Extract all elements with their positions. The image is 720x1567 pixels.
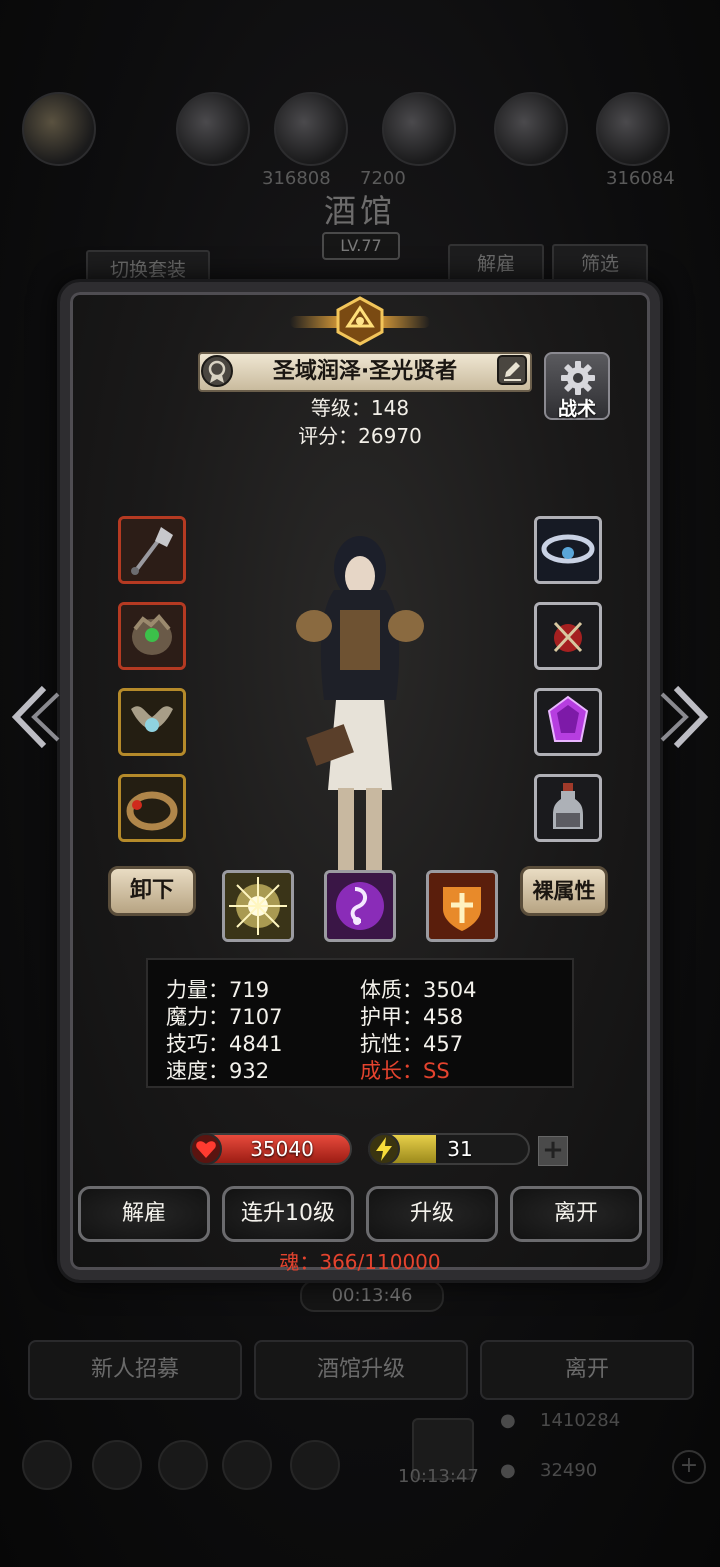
unequip-button[interactable]: 卸下 — [108, 866, 196, 916]
potion-slot[interactable] — [534, 774, 602, 842]
amulet-slot[interactable] — [118, 688, 186, 756]
skill-slot-2[interactable] — [324, 870, 396, 942]
stat-constitution: 体质：3504 — [360, 978, 477, 1002]
resource-orb-icon — [596, 92, 670, 166]
skill-slot-1[interactable] — [222, 870, 294, 942]
screen-title: 酒馆 — [323, 192, 396, 230]
resource-orb-icon — [494, 92, 568, 166]
resource-orb-icon — [274, 92, 348, 166]
add-icon[interactable]: + — [672, 1450, 706, 1484]
amulet-icon — [121, 691, 183, 753]
menu-icon[interactable] — [158, 1440, 208, 1490]
bg-dismiss-button[interactable]: 解雇 — [448, 244, 544, 284]
menu-icon[interactable] — [92, 1440, 142, 1490]
add-energy-icon[interactable]: + — [538, 1136, 568, 1166]
stat-armor: 护甲：458 — [360, 1005, 464, 1029]
upgrade-button[interactable]: 升级 — [366, 1186, 498, 1242]
base-attributes-button[interactable]: 裸属性 — [520, 866, 608, 916]
new-recruit-button[interactable]: 新人招募 — [28, 1340, 242, 1400]
tavern-upgrade-button[interactable]: 酒馆升级 — [254, 1340, 468, 1400]
light-burst-icon — [225, 873, 291, 939]
stat-skill: 技巧：4841 — [166, 1032, 283, 1056]
stat-strength: 力量：719 — [166, 978, 270, 1002]
purple-gem-icon — [537, 691, 599, 753]
avatar-icon — [22, 92, 96, 166]
stat-growth: 成长：SS — [360, 1059, 450, 1083]
edit-name-icon[interactable] — [496, 354, 528, 386]
tactics-label: 战术 — [557, 398, 596, 420]
rank-badge-icon[interactable] — [200, 354, 234, 388]
menu-icon[interactable] — [290, 1440, 340, 1490]
resource-orb-icon — [176, 92, 250, 166]
armor-slot[interactable] — [118, 602, 186, 670]
stat-speed: 速度：932 — [166, 1059, 270, 1083]
resource-orb-icon — [382, 92, 456, 166]
gear-icon — [561, 361, 595, 395]
mace-icon — [121, 519, 183, 581]
next-hero-arrow-icon[interactable] — [660, 684, 710, 750]
tavern-level-badge: LV.77 — [322, 232, 400, 260]
hp-value: 35040 — [250, 1137, 314, 1161]
ring-icon — [121, 777, 183, 839]
hero-name-plate: 圣域润泽·圣光贤者 — [198, 352, 532, 392]
bg-leave-button[interactable]: 离开 — [480, 1340, 694, 1400]
gem-amount: 32490 — [540, 1460, 598, 1481]
holy-shield-icon — [429, 873, 495, 939]
lightning-icon — [368, 1133, 400, 1165]
upgrade-10-button[interactable]: 连升10级 — [222, 1186, 354, 1242]
charm-slot[interactable] — [534, 602, 602, 670]
heart-icon — [190, 1133, 222, 1165]
tactics-button[interactable]: 战术 — [544, 352, 610, 420]
skill-slot-3[interactable] — [426, 870, 498, 942]
gold-amount: 1410284 — [540, 1410, 621, 1431]
stat-resistance: 抗性：457 — [360, 1032, 464, 1056]
energy-value: 31 — [447, 1137, 473, 1161]
clock-text: 10:13:47 — [398, 1466, 479, 1487]
weapon-slot[interactable] — [118, 516, 186, 584]
potion-bottle-icon — [537, 777, 599, 839]
hero-score: 评分：26970 — [298, 424, 422, 448]
menu-icon[interactable] — [222, 1440, 272, 1490]
gem-slot[interactable] — [534, 688, 602, 756]
soul-counter: 魂：366/110000 — [279, 1250, 441, 1274]
gold-icon: ● — [500, 1410, 516, 1431]
gauntlet-icon — [121, 605, 183, 667]
crown-icon — [537, 519, 599, 581]
menu-icon[interactable] — [22, 1440, 72, 1490]
headgear-slot[interactable] — [534, 516, 602, 584]
gem-icon: ● — [500, 1460, 516, 1481]
music-note-icon — [327, 873, 393, 939]
filter-button[interactable]: 筛选 — [552, 244, 648, 284]
emblem-icon — [336, 296, 384, 346]
hero-name: 圣域润泽·圣光贤者 — [272, 359, 458, 384]
leave-button[interactable]: 离开 — [510, 1186, 642, 1242]
dismiss-button[interactable]: 解雇 — [78, 1186, 210, 1242]
stat-magic: 魔力：7107 — [166, 1005, 283, 1029]
prev-hero-arrow-icon[interactable] — [10, 684, 60, 750]
ring-slot[interactable] — [118, 774, 186, 842]
charm-icon — [537, 605, 599, 667]
hero-level: 等级：148 — [310, 396, 410, 420]
recruit-timer: 00:13:46 — [300, 1280, 444, 1312]
